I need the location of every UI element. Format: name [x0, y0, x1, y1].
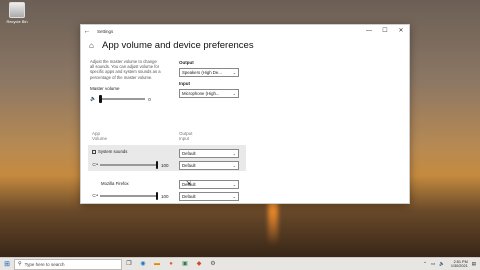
chevron-down-icon: ⌄	[232, 194, 236, 199]
window-controls: — ☐ ✕	[361, 25, 409, 37]
recycle-bin-icon	[9, 2, 25, 18]
settings-window: ← Settings — ☐ ✕ ⌂ App volume and device…	[80, 24, 410, 204]
input-device-value: Microphone (High...	[182, 91, 220, 96]
page-title: App volume and device preferences	[102, 40, 254, 51]
file-explorer-icon[interactable]: ▬	[150, 259, 164, 270]
home-icon[interactable]: ⌂	[89, 41, 99, 50]
maximize-button[interactable]: ☐	[377, 25, 393, 37]
firefox-volume-slider[interactable]	[99, 191, 159, 200]
taskbar-search-box[interactable]: ⚲ Type here to search	[14, 258, 122, 270]
recycle-bin-desktop-icon[interactable]: Recycle Bin	[4, 2, 30, 24]
master-volume-thumb[interactable]	[99, 94, 102, 103]
firefox-volume-thumb[interactable]	[155, 191, 159, 200]
store-icon[interactable]: ▣	[178, 259, 192, 270]
search-placeholder: Type here to search	[24, 261, 65, 267]
window-title: Settings	[97, 28, 114, 34]
network-icon[interactable]: ▭	[431, 261, 435, 267]
chevron-down-icon: ⌄	[232, 151, 236, 156]
chevron-down-icon: ⌄	[232, 163, 236, 168]
speaker-icon[interactable]: ⊂•	[92, 162, 98, 168]
system-sounds-icon	[92, 149, 96, 154]
output-device-dropdown[interactable]: Speakers (High De... ⌄	[179, 68, 239, 77]
input-label: Input	[179, 81, 190, 86]
search-icon: ⚲	[18, 261, 22, 267]
system-sounds-volume-value: 100	[160, 162, 169, 168]
firefox-input-value: Default	[182, 194, 196, 199]
minimize-button[interactable]: —	[361, 25, 377, 37]
system-tray: ⌃ ▭ 🔈 2:51 PM 1/30/2021 ▤	[419, 260, 480, 269]
mouse-cursor-icon: ⇲	[186, 181, 192, 187]
back-arrow-icon[interactable]: ←	[81, 28, 93, 35]
notifications-icon[interactable]: ▤	[472, 261, 476, 267]
system-sounds-volume-slider[interactable]	[99, 160, 159, 169]
app-name-system-sounds: System sounds	[92, 149, 127, 154]
output-input-column-label: Output Input	[179, 131, 193, 142]
app-name-firefox: Mozilla Firefox	[101, 181, 129, 186]
volume-icon[interactable]: 🔈	[439, 261, 445, 267]
firefox-volume-row: ⊂• 100	[92, 191, 169, 200]
edge-browser-icon[interactable]: ◉	[136, 259, 150, 270]
description-text: Adjust the master volume to change all s…	[90, 59, 161, 80]
taskbar: ⊞ ⚲ Type here to search ❐ ◉ ▬ ● ▣ ◆ ⚙ ⌃ …	[0, 257, 480, 270]
system-sounds-volume-row: ⊂• 100	[92, 160, 169, 169]
close-button[interactable]: ✕	[393, 25, 409, 37]
system-sounds-input-dropdown[interactable]: Default ⌄	[179, 161, 239, 170]
master-volume-label: Master volume	[90, 86, 120, 91]
firefox-input-dropdown[interactable]: Default ⌄	[179, 192, 239, 201]
master-volume-slider[interactable]	[99, 94, 146, 103]
system-sounds-output-value: Default	[182, 151, 196, 156]
windows-logo-icon[interactable]: ⊞	[0, 260, 14, 268]
output-label: Output	[179, 60, 194, 65]
recycle-bin-label: Recycle Bin	[6, 19, 28, 24]
chevron-down-icon: ⌄	[232, 70, 236, 75]
system-sounds-input-value: Default	[182, 163, 196, 168]
chevron-down-icon: ⌄	[232, 91, 236, 96]
system-sounds-volume-thumb[interactable]	[155, 160, 159, 169]
tray-chevron-up-icon[interactable]: ⌃	[423, 261, 427, 267]
settings-gear-icon[interactable]: ⚙	[206, 259, 220, 270]
firefox-icon[interactable]: ●	[164, 259, 178, 270]
master-volume-value: 0	[148, 96, 151, 102]
master-volume-slider-row: 🔈 0	[90, 94, 151, 103]
output-device-value: Speakers (High De...	[182, 70, 222, 75]
chevron-down-icon: ⌄	[232, 182, 236, 187]
task-view-icon[interactable]: ❐	[122, 259, 136, 270]
input-device-dropdown[interactable]: Microphone (High... ⌄	[179, 89, 239, 98]
firefox-volume-value: 100	[160, 193, 169, 199]
app-volume-column-label: App Volume	[92, 131, 108, 142]
window-titlebar[interactable]: ← Settings — ☐ ✕	[81, 25, 409, 37]
taskbar-clock[interactable]: 2:51 PM 1/30/2021	[451, 260, 468, 269]
system-sounds-output-dropdown[interactable]: Default ⌄	[179, 149, 239, 158]
speaker-icon[interactable]: ⊂•	[92, 193, 98, 199]
speaker-muted-icon[interactable]: 🔈	[90, 96, 96, 102]
clock-date: 1/30/2021	[450, 264, 468, 268]
page-header: ⌂ App volume and device preferences	[89, 40, 254, 51]
app-icon[interactable]: ◆	[192, 259, 206, 270]
